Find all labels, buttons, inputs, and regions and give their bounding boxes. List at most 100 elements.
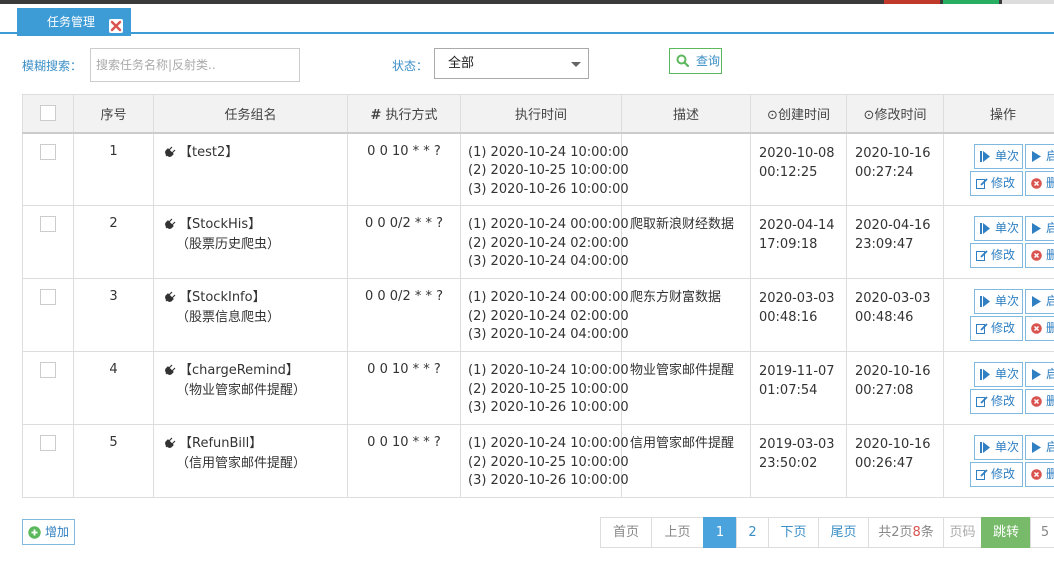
row-ops: 单次 启修改 删 xyxy=(945,435,1054,495)
row-time-2: (2) 2020-10-24 02:00:00 xyxy=(468,308,629,324)
row-times-cell: (1) 2020-10-24 10:00:00 (2) 2020-10-25 10… xyxy=(460,132,629,206)
row-checkbox[interactable] xyxy=(40,289,56,305)
edit-button[interactable]: 修改 xyxy=(970,316,1023,341)
run-once-button[interactable]: 单次 xyxy=(974,216,1023,241)
row-checkbox[interactable] xyxy=(40,362,56,378)
run-once-button[interactable]: 单次 xyxy=(974,362,1023,387)
row-time-2: (2) 2020-10-25 10:00:00 xyxy=(468,454,629,470)
pager-last[interactable]: 尾页 xyxy=(818,517,869,548)
row-name-cell: 【StockHis】 （股票历史爬虫） xyxy=(153,205,348,279)
edit-label: 修改 xyxy=(991,175,1016,190)
row-time-1: (1) 2020-10-24 00:00:00 xyxy=(468,217,629,232)
pager-page-2[interactable]: 2 xyxy=(736,517,769,548)
row-ops-cell: 单次 启修改 删 xyxy=(943,205,1054,279)
start-button[interactable]: 启 xyxy=(1025,289,1054,314)
row-created: 2020-04-14 17:09:18 xyxy=(750,205,847,279)
delete-button[interactable]: 删 xyxy=(1025,170,1054,196)
pager-first[interactable]: 首页 xyxy=(600,517,652,548)
row-select-cell[interactable] xyxy=(22,424,74,498)
add-button-label: 增加 xyxy=(45,525,70,539)
run-once-label: 单次 xyxy=(995,440,1020,454)
row-checkbox[interactable] xyxy=(40,435,56,451)
tab-task-management[interactable]: 任务管理 xyxy=(17,8,131,36)
edit-button[interactable]: 修改 xyxy=(970,170,1023,196)
header-created: ⊙创建时间 xyxy=(750,94,847,134)
row-select-cell[interactable] xyxy=(22,351,74,425)
delete-button[interactable]: 删 xyxy=(1025,462,1054,487)
search-input[interactable] xyxy=(90,48,300,82)
header-cron-label: 执行方式 xyxy=(385,107,438,123)
header-modified: ⊙修改时间 xyxy=(846,94,944,134)
row-time-3: (3) 2020-10-24 04:00:00 xyxy=(468,254,629,269)
pager-total-count: 8 xyxy=(912,525,921,540)
clock-icon: ⊙ xyxy=(863,107,875,123)
delete-button[interactable]: 删 xyxy=(1025,389,1054,414)
run-once-label: 单次 xyxy=(995,367,1020,381)
header-cron: # 执行方式 xyxy=(347,94,461,134)
start-button[interactable]: 启 xyxy=(1025,143,1054,169)
row-created: 2019-11-07 01:07:54 xyxy=(750,351,847,425)
header-created-label: 创建时间 xyxy=(777,107,830,123)
run-once-label: 单次 xyxy=(995,148,1020,163)
row-name-sub: （物业管家邮件提醒） xyxy=(176,383,307,398)
row-select-cell[interactable] xyxy=(22,278,74,352)
start-label: 启 xyxy=(1046,294,1054,308)
select-all-checkbox[interactable] xyxy=(40,105,56,122)
hash-icon: # xyxy=(370,107,382,123)
delete-button[interactable]: 删 xyxy=(1025,243,1054,268)
row-ops-cell: 单次 启修改 删 xyxy=(943,132,1054,206)
plug-icon xyxy=(164,363,177,382)
pager-page-1[interactable]: 1 xyxy=(703,517,737,548)
edit-button[interactable]: 修改 xyxy=(970,389,1023,414)
delete-button[interactable]: 删 xyxy=(1025,316,1054,341)
plug-icon xyxy=(164,217,177,236)
status-select[interactable]: 全部 xyxy=(434,48,589,79)
header-select-all[interactable] xyxy=(22,94,74,134)
plug-icon xyxy=(164,436,177,455)
row-time-1: (1) 2020-10-24 10:00:00 xyxy=(468,363,629,378)
row-name: 【StockHis】 xyxy=(179,217,262,232)
table-row: 4 【chargeRemind】 （物业管家邮件提醒） 0 0 10 * * ? (1)… xyxy=(22,351,1054,425)
row-times-cell: (1) 2020-10-24 10:00:00 (2) 2020-10-25 10… xyxy=(460,424,629,498)
start-button[interactable]: 启 xyxy=(1025,362,1054,387)
row-desc: 信用管家邮件提醒 xyxy=(621,424,751,498)
query-button[interactable]: 查询 xyxy=(669,48,722,74)
plus-circle-icon xyxy=(28,526,41,539)
tab-strip: 任务管理 xyxy=(0,4,1054,36)
start-button[interactable]: 启 xyxy=(1025,435,1054,460)
row-time-1: (1) 2020-10-24 10:00:00 xyxy=(468,144,629,160)
table-row: 2 【StockHis】 （股票历史爬虫） 0 0 0/2 * * ? (1) 2020… xyxy=(22,205,1054,279)
edit-button[interactable]: 修改 xyxy=(970,243,1023,268)
row-ops-cell: 单次 启修改 删 xyxy=(943,424,1054,498)
edit-label: 修改 xyxy=(991,467,1016,481)
row-checkbox[interactable] xyxy=(40,216,56,232)
pager-page-size[interactable]: 5 xyxy=(1030,517,1054,548)
pager-next[interactable]: 下页 xyxy=(768,517,819,548)
add-button[interactable]: 增加 xyxy=(22,519,75,545)
run-once-button[interactable]: 单次 xyxy=(974,435,1023,460)
close-icon[interactable] xyxy=(109,15,123,33)
pager-jump-button[interactable]: 跳转 xyxy=(981,517,1031,548)
pager-summary-suffix: 条 xyxy=(920,525,934,540)
run-once-button[interactable]: 单次 xyxy=(974,143,1023,169)
pager-prev[interactable]: 上页 xyxy=(651,517,704,548)
row-time-1: (1) 2020-10-24 00:00:00 xyxy=(468,290,629,305)
status-selected-value: 全部 xyxy=(448,56,475,71)
pager-page-input[interactable]: 页码 xyxy=(943,517,982,548)
row-select-cell[interactable] xyxy=(22,205,74,279)
row-select-cell[interactable] xyxy=(22,132,74,206)
edit-button[interactable]: 修改 xyxy=(970,462,1023,487)
edit-label: 修改 xyxy=(991,394,1016,408)
row-time-2: (2) 2020-10-25 10:00:00 xyxy=(468,381,629,397)
row-name: 【chargeRemind】 xyxy=(179,363,299,378)
pager-summary: 共2页8条 xyxy=(868,517,944,548)
row-checkbox[interactable] xyxy=(40,143,56,160)
plug-icon xyxy=(164,290,177,309)
run-once-button[interactable]: 单次 xyxy=(974,289,1023,314)
row-cron: 0 0 0/2 * * ? xyxy=(347,205,461,279)
plug-icon xyxy=(164,145,177,164)
table-row: 5 【RefunBill】 （信用管家邮件提醒） 0 0 10 * * ? (1) 20… xyxy=(22,424,1054,498)
start-label: 启 xyxy=(1046,149,1054,163)
start-button[interactable]: 启 xyxy=(1025,216,1054,241)
row-name-cell: 【test2】 xyxy=(153,132,348,206)
